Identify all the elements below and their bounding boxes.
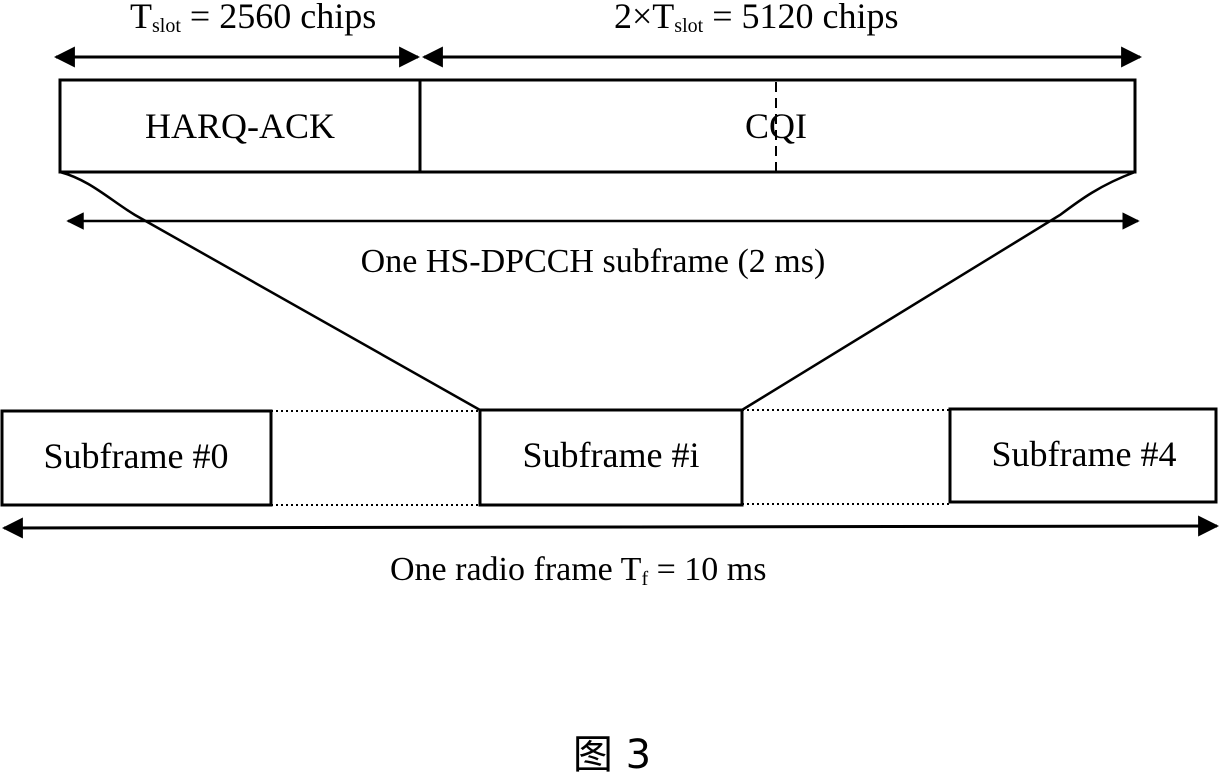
harq-ack-field: HARQ-ACK xyxy=(145,106,335,146)
subframe-0-label: Subframe #0 xyxy=(44,436,229,476)
expansion-line-right xyxy=(741,170,1136,412)
subframe-caption: One HS-DPCCH subframe (2 ms) xyxy=(361,243,826,280)
cqi-field: CQI xyxy=(745,106,807,146)
hs-dpcch-frame-diagram: Tslot = 2560 chips 2×Tslot = 5120 chips … xyxy=(0,0,1219,778)
subframe-i-label: Subframe #i xyxy=(523,435,700,475)
double-slot-length-label: 2×Tslot = 5120 chips xyxy=(614,0,899,37)
radio-frame-duration-arrow xyxy=(1,515,1219,539)
subframe-4-label: Subframe #4 xyxy=(992,434,1177,474)
figure-label: 图 3 xyxy=(573,732,651,778)
expansion-line-left xyxy=(59,170,481,412)
radio-frame-caption: One radio frame Tf = 10 ms xyxy=(390,551,766,590)
slot-length-label: Tslot = 2560 chips xyxy=(130,0,376,37)
